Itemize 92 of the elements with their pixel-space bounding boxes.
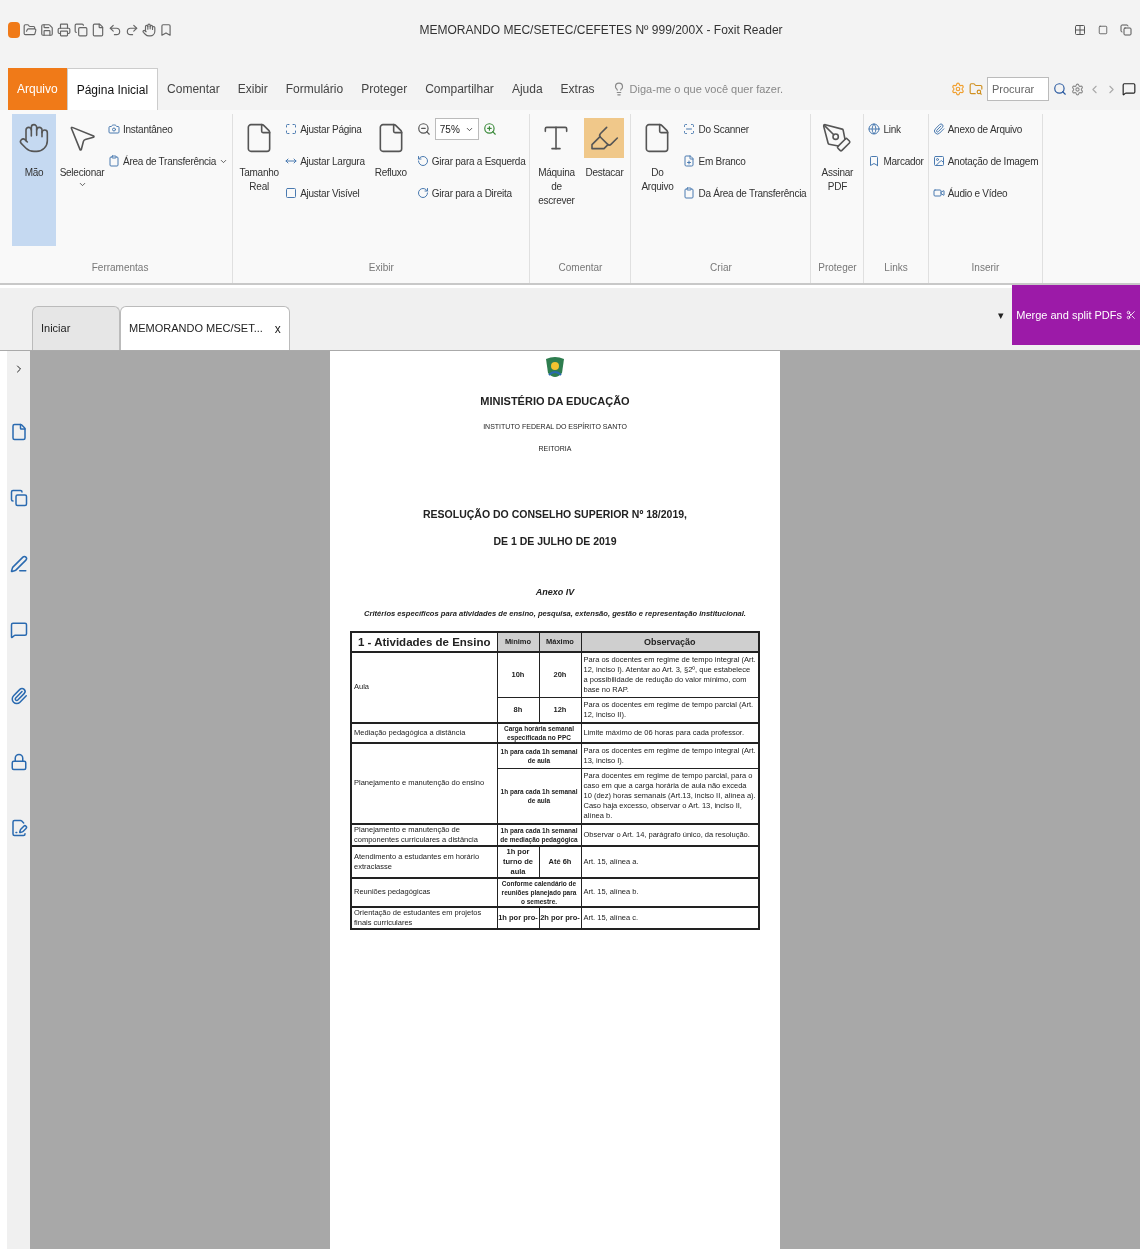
ribbon-button[interactable]: Tamanho Real <box>237 114 282 246</box>
signature-icon[interactable] <box>9 819 28 837</box>
group-label: Comentar <box>557 261 604 275</box>
file-icon[interactable] <box>91 23 105 37</box>
menu-tab[interactable]: Extras <box>551 68 604 110</box>
ribbon-button[interactable]: Assinar PDF <box>815 114 860 246</box>
ribbon-small-button[interactable]: Instantâneo <box>108 118 229 140</box>
close-tab-button[interactable]: x <box>274 319 281 338</box>
grid-icon[interactable] <box>1074 24 1086 36</box>
group-label: Links <box>883 261 909 275</box>
scissors-icon <box>1126 310 1136 320</box>
camera-icon <box>108 123 120 135</box>
print-icon[interactable] <box>57 23 71 37</box>
clipboard-icon <box>108 155 120 167</box>
zoom-select[interactable]: 75% <box>434 118 479 140</box>
clipboard-icon <box>683 187 696 199</box>
ribbon-small-button[interactable]: Áudio e Vídeo <box>932 182 1039 204</box>
ribbon-small-button[interactable]: Área de Transferência <box>108 150 229 172</box>
ribbon-button[interactable]: Selecionar <box>60 114 104 246</box>
ribbon-small-button[interactable]: Anotação de Imagem <box>932 150 1039 172</box>
ribbon-small-button[interactable]: Anexo de Arquivo <box>932 118 1039 140</box>
bookmark-icon <box>868 155 881 167</box>
comment-icon[interactable] <box>1122 82 1136 96</box>
comment-icon[interactable] <box>9 621 28 639</box>
annex-title: Anexo IV <box>535 586 575 599</box>
ribbon-small-button[interactable]: Link <box>868 118 924 140</box>
column-header: 1 - Atividades de Ensino <box>351 631 497 652</box>
search-field[interactable]: Procurar <box>987 77 1049 101</box>
frame-icon <box>285 187 298 199</box>
group-label: Proteger <box>817 261 858 275</box>
undo-icon[interactable] <box>108 23 122 37</box>
ribbon-button[interactable]: Do Arquivo <box>635 114 680 246</box>
resolution-title: RESOLUÇÃO DO CONSELHO SUPERIOR Nº 18/2019, <box>422 506 688 522</box>
ribbon-button[interactable]: Destacar <box>582 114 627 246</box>
globe-icon <box>868 123 881 135</box>
highlighter-icon <box>584 118 625 158</box>
rotate-left-icon <box>416 155 429 167</box>
folder-icon[interactable] <box>23 23 37 37</box>
menu-tab[interactable]: Comentar <box>158 68 229 110</box>
ministry-heading: MINISTÉRIO DA EDUCAÇÃO <box>480 394 630 409</box>
group-label: Inserir <box>970 261 1001 275</box>
ribbon-small-button[interactable]: Marcador <box>868 150 924 172</box>
ribbon-small-button[interactable]: Girar para a Direita <box>416 182 526 204</box>
document-tab[interactable]: MEMORANDO MEC/SET... x <box>120 306 290 350</box>
rotate-right-icon <box>416 187 429 199</box>
page-icon[interactable] <box>9 423 28 441</box>
fit-icon <box>285 123 298 135</box>
settings-icon[interactable] <box>1071 82 1084 96</box>
tab-list-button[interactable]: ▾ <box>998 306 1005 324</box>
merge-split-button[interactable]: Merge and split PDFs <box>1012 285 1140 345</box>
ribbon-small-button[interactable]: Ajustar Página <box>285 118 365 140</box>
paperclip-icon[interactable] <box>9 687 28 705</box>
redo-icon[interactable] <box>125 23 139 37</box>
lock-icon[interactable] <box>9 753 28 771</box>
search-icon[interactable] <box>1053 82 1067 96</box>
pen-icon[interactable] <box>9 555 28 573</box>
copy-icon[interactable] <box>74 23 88 37</box>
menu-tab[interactable]: Proteger <box>352 68 417 110</box>
column-header: Observação <box>581 631 759 652</box>
ribbon-small-button[interactable]: Girar para a Esquerda <box>416 150 526 172</box>
window-title: MEMORANDO MEC/SETEC/CEFETES Nº 999/200X - Foxit Reader <box>418 22 784 39</box>
menu-tab[interactable]: Formulário <box>276 68 353 110</box>
ribbon-small-button[interactable]: Da Área de Transferência <box>683 182 807 204</box>
group-label: Exibir <box>367 261 395 275</box>
zoom-in-icon[interactable] <box>482 122 497 136</box>
scanner-icon <box>683 123 696 135</box>
menu-tab[interactable]: Página Inicial <box>66 68 159 110</box>
save-icon[interactable] <box>40 23 54 37</box>
group-label: Ferramentas <box>90 261 150 275</box>
zoom-out-icon[interactable] <box>416 122 431 136</box>
restore-icon[interactable] <box>1098 25 1108 35</box>
pages-icon[interactable] <box>9 489 28 507</box>
ribbon-small-button[interactable]: Ajustar Visível <box>285 182 365 204</box>
resolution-date: DE 1 DE JULHO DE 2019 <box>493 534 617 550</box>
ribbon-button[interactable]: Máquina de escrever <box>534 114 579 246</box>
menu-tab[interactable]: Exibir <box>228 68 277 110</box>
file-plus-icon <box>683 155 696 167</box>
image-icon <box>932 155 945 167</box>
paperclip-icon <box>932 123 945 135</box>
video-icon <box>932 187 945 199</box>
bookmark-icon[interactable] <box>159 23 173 37</box>
ribbon-small-button[interactable]: Em Branco <box>683 150 807 172</box>
menu-tab[interactable]: Compartilhar <box>416 68 503 110</box>
group-label: Criar <box>709 261 733 275</box>
hand-icon[interactable] <box>142 23 156 37</box>
ribbon-button[interactable]: Refluxo <box>368 114 413 246</box>
ribbon-small-button[interactable]: Ajustar Largura <box>285 150 365 172</box>
menu-tab[interactable]: Ajuda <box>502 68 552 110</box>
document-tab[interactable]: Iniciar <box>32 306 120 350</box>
ribbon-button[interactable]: Mão <box>12 114 56 246</box>
ribbon-small-button[interactable]: Do Scanner <box>683 118 807 140</box>
tell-me-field[interactable]: Diga-me o que você quer fazer. <box>629 80 830 98</box>
